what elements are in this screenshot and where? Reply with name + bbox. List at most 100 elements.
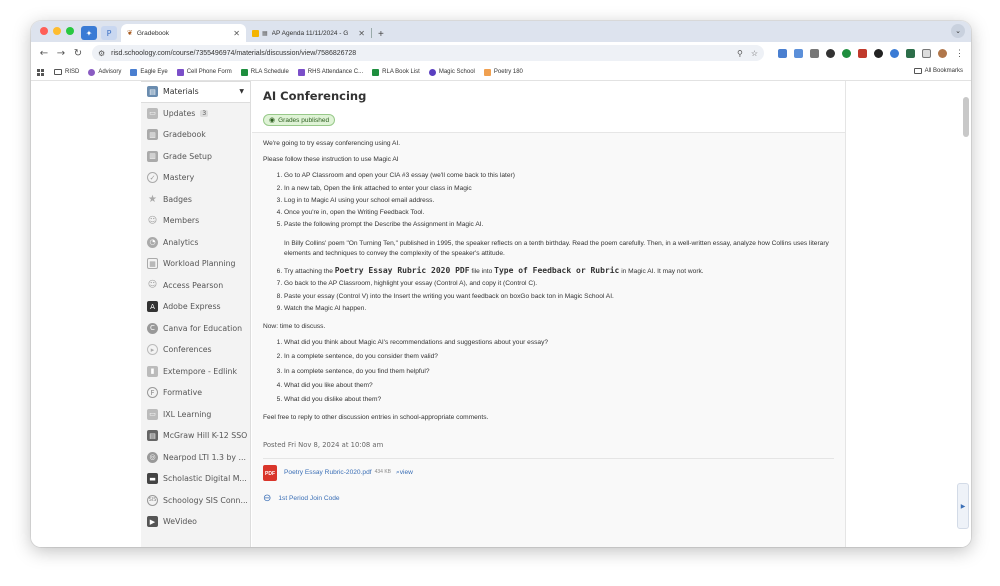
sheets-icon xyxy=(240,68,248,76)
back-icon[interactable]: ← xyxy=(37,48,51,59)
intro-text: We're going to try essay conferencing us… xyxy=(263,140,401,147)
pinned-tab-p-icon[interactable]: P xyxy=(101,26,117,40)
bookmark-eagle-eye[interactable]: Eagle Eye xyxy=(130,68,168,76)
pinned-tab-icon[interactable]: ✦ xyxy=(81,26,97,40)
bookmark-poetry-180[interactable]: Poetry 180 xyxy=(483,68,523,76)
steps-list-continued: Try attaching the Poetry Essay Rubric 20… xyxy=(284,265,834,314)
attachment-link[interactable]: Poetry Essay Rubric-2020.pdf xyxy=(284,468,372,478)
scholastic-icon: ▬ xyxy=(147,473,158,485)
bookmark-label: RISD xyxy=(65,69,80,75)
sidebar-item-conferences[interactable]: ▸ Conferences xyxy=(141,339,250,361)
sidebar-item-badges[interactable]: ★ Badges xyxy=(141,189,250,211)
attachment-row: PDF Poetry Essay Rubric-2020.pdf 434 KB … xyxy=(263,465,834,482)
sidebar-item-label: Nearpod LTI 1.3 by ... xyxy=(163,452,246,462)
sidebar-item-grade-setup[interactable]: ▥ Grade Setup xyxy=(141,146,250,168)
close-tab-icon[interactable]: ✕ xyxy=(233,29,240,38)
sidebar-item-analytics[interactable]: ◔ Analytics xyxy=(141,232,250,254)
bookmark-advisory[interactable]: Advisory xyxy=(88,68,122,76)
bookmark-risd[interactable]: RISD xyxy=(54,69,79,75)
sidebar-item-materials[interactable]: ▤ Materials ▼ xyxy=(141,81,250,103)
reload-icon[interactable]: ↻ xyxy=(71,48,85,59)
extension-7-icon[interactable] xyxy=(874,48,883,58)
tab-ap-agenda[interactable]: ▦ AP Agenda 11/11/2024 - G ✕ xyxy=(246,24,371,42)
extension-5-icon[interactable] xyxy=(842,48,851,58)
minimize-window-button[interactable] xyxy=(53,27,61,35)
extensions-puzzle-icon[interactable] xyxy=(922,48,931,58)
url-text: risd.schoology.com/course/7355496974/mat… xyxy=(111,49,357,57)
list-item: What did you like about them? xyxy=(284,381,834,391)
grades-published-badge: ◉ Grades published xyxy=(263,114,336,126)
workload-icon: ▦ xyxy=(147,258,158,270)
extension-9-icon[interactable] xyxy=(906,48,915,58)
bookmark-label: Advisory xyxy=(98,69,122,75)
tab-divider xyxy=(371,28,372,38)
bookmark-magic-school[interactable]: Magic School xyxy=(428,68,475,76)
list-item: Watch the Magic AI happen. xyxy=(284,304,834,314)
sidebar-item-members[interactable]: ☺ Members xyxy=(141,210,250,232)
sidebar-item-updates[interactable]: ▭ Updates 3 xyxy=(141,103,250,125)
badges-icon: ★ xyxy=(148,193,157,205)
sidebar-item-adobe-express[interactable]: A Adobe Express xyxy=(141,296,250,318)
extension-4-icon[interactable] xyxy=(826,48,835,58)
list-item: Go to AP Classroom and open your CIA #3 … xyxy=(284,171,834,181)
tab-strip: ✦ P ❦ Gradebook ✕ ▦ AP Agenda 11/11/2024… xyxy=(31,21,971,42)
bookmark-rla-schedule[interactable]: RLA Schedule xyxy=(240,68,289,76)
sidebar-item-formative[interactable]: F Formative xyxy=(141,382,250,404)
scrollbar-thumb[interactable] xyxy=(963,97,969,137)
sidebar-item-mastery[interactable]: ✓ Mastery xyxy=(141,167,250,189)
bookmark-label: RLA Schedule xyxy=(250,69,289,75)
new-tab-icon[interactable]: + xyxy=(378,29,384,40)
site-info-icon[interactable]: ⚙ xyxy=(98,49,105,58)
sidebar-item-nearpod[interactable]: ◎ Nearpod LTI 1.3 by ... xyxy=(141,447,250,469)
bookmark-rla-book-list[interactable]: RLA Book List xyxy=(372,68,420,76)
sidebar-item-label: Gradebook xyxy=(163,130,206,140)
extension-8-icon[interactable] xyxy=(890,48,899,58)
updates-count-badge: 3 xyxy=(200,109,209,117)
closing-text: Feel free to reply to other discussion e… xyxy=(263,414,489,422)
close-window-button[interactable] xyxy=(40,27,48,35)
sidebar-item-workload-planning[interactable]: ▦ Workload Planning xyxy=(141,253,250,275)
profile-avatar-icon[interactable] xyxy=(938,48,947,58)
sidebar-item-canva[interactable]: C Canva for Education xyxy=(141,318,250,340)
gradebook-icon: ▥ xyxy=(147,129,158,141)
sidebar-item-access-pearson[interactable]: ☺ Access Pearson xyxy=(141,275,250,297)
extension-1-icon[interactable] xyxy=(778,48,787,58)
sidebar-item-ixl[interactable]: ▭ IXL Learning xyxy=(141,404,250,426)
sidebar-item-schoology-sis[interactable]: SIS Schoology SIS Conn... xyxy=(141,490,250,512)
zoom-window-button[interactable] xyxy=(66,27,74,35)
forward-icon[interactable]: → xyxy=(54,48,68,59)
sidebar-item-extempore[interactable]: ▮ Extempore - Edlink xyxy=(141,361,250,383)
extension-6-icon[interactable] xyxy=(858,48,867,58)
view-link[interactable]: ⌕view xyxy=(396,468,413,478)
join-code-link[interactable]: 1st Period Join Code xyxy=(278,494,339,504)
sidebar-item-mcgraw-hill[interactable]: ▤ McGraw Hill K-12 SSO xyxy=(141,425,250,447)
browser-menu-icon[interactable]: ⋮ xyxy=(955,48,964,59)
tab-gradebook[interactable]: ❦ Gradebook ✕ xyxy=(121,24,246,42)
sidebar-item-gradebook[interactable]: ▥ Gradebook xyxy=(141,124,250,146)
zoom-icon[interactable]: ⚲ xyxy=(737,49,743,58)
sidebar-item-scholastic[interactable]: ▬ Scholastic Digital M... xyxy=(141,468,250,490)
mcgraw-icon: ▤ xyxy=(147,430,158,442)
forms-icon xyxy=(297,68,305,76)
eye-icon: ◉ xyxy=(269,117,276,124)
sidebar-item-wevideo[interactable]: ▶ WeVideo xyxy=(141,511,250,533)
expand-panel-button[interactable]: ▶ xyxy=(957,483,969,529)
step6-field-name: Type of Feedback or Rubric xyxy=(494,265,620,275)
extension-2-icon[interactable] xyxy=(794,48,803,58)
sidebar-item-label: Mastery xyxy=(163,173,195,183)
tab-search-chevron-icon[interactable]: ⌄ xyxy=(951,24,965,38)
bookmark-cell-phone-form[interactable]: Cell Phone Form xyxy=(176,68,232,76)
apps-grid-icon[interactable] xyxy=(37,68,44,76)
extension-3-icon[interactable] xyxy=(810,48,819,58)
link-icon: ⊖ xyxy=(263,493,272,505)
address-bar[interactable]: ⚙ risd.schoology.com/course/7355496974/m… xyxy=(92,45,764,61)
bookmark-star-icon[interactable]: ☆ xyxy=(751,49,758,58)
close-tab-icon[interactable]: ✕ xyxy=(358,29,365,38)
caret-down-icon[interactable]: ▼ xyxy=(239,88,244,95)
all-bookmarks[interactable]: All Bookmarks xyxy=(913,68,963,74)
bookmark-rhs-attendance[interactable]: RHS Attendance C... xyxy=(297,68,364,76)
discussion-body: We're going to try essay conferencing us… xyxy=(252,133,845,513)
bookmark-label: RHS Attendance C... xyxy=(307,69,364,75)
sidebar-item-label: Analytics xyxy=(163,237,199,247)
wevideo-icon: ▶ xyxy=(147,516,158,528)
